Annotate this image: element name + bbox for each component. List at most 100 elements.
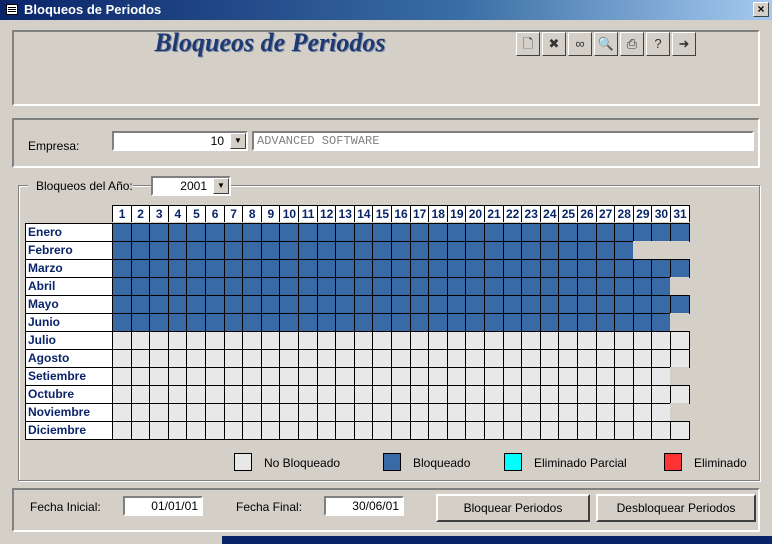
day-cell[interactable] (353, 331, 373, 350)
day-cell[interactable] (409, 277, 429, 296)
day-cell[interactable] (205, 367, 225, 386)
day-cell[interactable] (223, 241, 243, 260)
day-cell[interactable] (558, 223, 578, 242)
print-preview-icon[interactable]: 🔍 (594, 32, 618, 56)
day-cell[interactable] (242, 313, 262, 332)
day-cell[interactable] (409, 241, 429, 260)
day-cell[interactable] (502, 313, 522, 332)
day-cell[interactable] (260, 403, 280, 422)
day-cell[interactable] (167, 385, 187, 404)
day-cell[interactable] (372, 349, 392, 368)
day-cell[interactable] (316, 241, 336, 260)
day-cell[interactable] (298, 277, 318, 296)
day-cell[interactable] (502, 403, 522, 422)
day-cell[interactable] (484, 421, 504, 440)
day-cell[interactable] (595, 223, 615, 242)
day-cell[interactable] (539, 223, 559, 242)
day-cell[interactable] (223, 277, 243, 296)
day-cell[interactable] (372, 223, 392, 242)
day-cell[interactable] (614, 403, 634, 422)
day-cell[interactable] (446, 421, 466, 440)
day-cell[interactable] (298, 295, 318, 314)
day-cell[interactable] (223, 295, 243, 314)
day-cell[interactable] (316, 421, 336, 440)
day-cell[interactable] (632, 331, 652, 350)
day-cell[interactable] (558, 259, 578, 278)
day-cell[interactable] (186, 259, 206, 278)
day-cell[interactable] (130, 385, 150, 404)
day-cell[interactable] (112, 313, 132, 332)
day-cell[interactable] (372, 241, 392, 260)
day-cell[interactable] (130, 259, 150, 278)
day-cell[interactable] (167, 349, 187, 368)
day-cell[interactable] (446, 349, 466, 368)
day-cell[interactable] (502, 331, 522, 350)
day-cell[interactable] (391, 403, 411, 422)
day-cell[interactable] (316, 349, 336, 368)
day-cell[interactable] (186, 313, 206, 332)
day-cell[interactable] (186, 349, 206, 368)
day-cell[interactable] (223, 223, 243, 242)
day-cell[interactable] (632, 385, 652, 404)
chevron-down-icon[interactable]: ▼ (230, 133, 246, 149)
day-cell[interactable] (279, 241, 299, 260)
day-cell[interactable] (353, 403, 373, 422)
day-cell[interactable] (335, 421, 355, 440)
print-icon[interactable]: ⎙ (620, 32, 644, 56)
day-cell[interactable] (539, 421, 559, 440)
day-cell[interactable] (521, 421, 541, 440)
day-cell[interactable] (186, 385, 206, 404)
day-cell[interactable] (260, 295, 280, 314)
day-cell[interactable] (242, 223, 262, 242)
day-cell[interactable] (205, 349, 225, 368)
day-cell[interactable] (298, 349, 318, 368)
day-cell[interactable] (614, 259, 634, 278)
day-cell[interactable] (279, 385, 299, 404)
day-cell[interactable] (409, 385, 429, 404)
day-cell[interactable] (149, 259, 169, 278)
day-cell[interactable] (242, 367, 262, 386)
day-cell[interactable] (130, 313, 150, 332)
day-cell[interactable] (112, 385, 132, 404)
day-cell[interactable] (521, 259, 541, 278)
day-cell[interactable] (558, 331, 578, 350)
day-cell[interactable] (130, 403, 150, 422)
day-cell[interactable] (521, 331, 541, 350)
day-cell[interactable] (205, 223, 225, 242)
day-cell[interactable] (595, 385, 615, 404)
day-cell[interactable] (112, 421, 132, 440)
day-cell[interactable] (112, 349, 132, 368)
day-cell[interactable] (428, 241, 448, 260)
day-cell[interactable] (149, 277, 169, 296)
day-cell[interactable] (595, 349, 615, 368)
day-cell[interactable] (465, 259, 485, 278)
day-cell[interactable] (465, 403, 485, 422)
day-cell[interactable] (205, 421, 225, 440)
day-cell[interactable] (353, 313, 373, 332)
day-cell[interactable] (409, 313, 429, 332)
day-cell[interactable] (391, 421, 411, 440)
day-cell[interactable] (446, 259, 466, 278)
day-cell[interactable] (446, 331, 466, 350)
day-cell[interactable] (670, 259, 690, 278)
day-cell[interactable] (335, 241, 355, 260)
fecha-inicial-input[interactable]: 01/01/01 (123, 496, 203, 516)
day-cell[interactable] (223, 331, 243, 350)
day-cell[interactable] (521, 349, 541, 368)
day-cell[interactable] (614, 223, 634, 242)
day-cell[interactable] (484, 295, 504, 314)
day-cell[interactable] (465, 295, 485, 314)
day-cell[interactable] (223, 403, 243, 422)
day-cell[interactable] (614, 421, 634, 440)
day-cell[interactable] (502, 367, 522, 386)
day-cell[interactable] (465, 421, 485, 440)
day-cell[interactable] (353, 367, 373, 386)
day-cell[interactable] (205, 259, 225, 278)
day-cell[interactable] (335, 367, 355, 386)
day-cell[interactable] (112, 277, 132, 296)
day-cell[interactable] (521, 313, 541, 332)
day-cell[interactable] (279, 223, 299, 242)
day-cell[interactable] (391, 349, 411, 368)
day-cell[interactable] (391, 295, 411, 314)
day-cell[interactable] (446, 313, 466, 332)
